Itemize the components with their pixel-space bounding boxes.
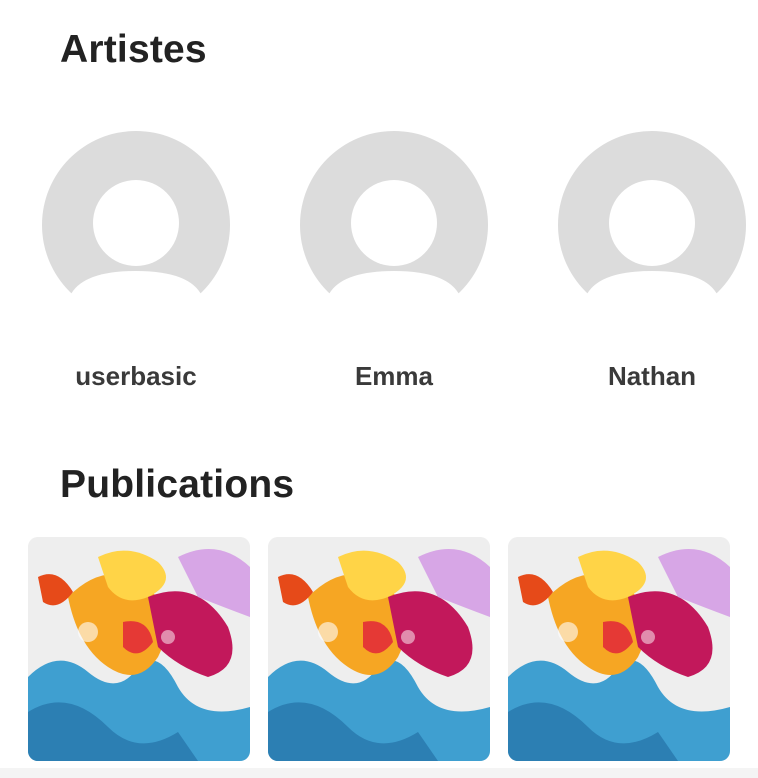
artist-card-emma[interactable]: Emma: [300, 131, 488, 391]
artist-card-nathan[interactable]: Nathan: [558, 131, 746, 391]
paint-splash-image: [268, 537, 490, 761]
user-avatar-icon: [42, 131, 230, 319]
user-avatar-icon: [300, 131, 488, 319]
user-avatar-icon: [558, 131, 746, 319]
publication-thumbnail[interactable]: [508, 537, 730, 761]
bottom-edge: [0, 768, 758, 778]
artist-name: userbasic: [75, 361, 197, 391]
artists-section-title: Artistes: [60, 28, 207, 71]
artist-name: Nathan: [607, 361, 697, 391]
publication-thumbnail[interactable]: [28, 537, 250, 761]
artist-name: Emma: [354, 361, 434, 391]
publication-thumbnail[interactable]: [268, 537, 490, 761]
paint-splash-image: [28, 537, 250, 761]
paint-splash-image: [508, 537, 730, 761]
artist-card-userbasic[interactable]: userbasic: [42, 131, 230, 391]
publications-section-title: Publications: [60, 463, 295, 506]
